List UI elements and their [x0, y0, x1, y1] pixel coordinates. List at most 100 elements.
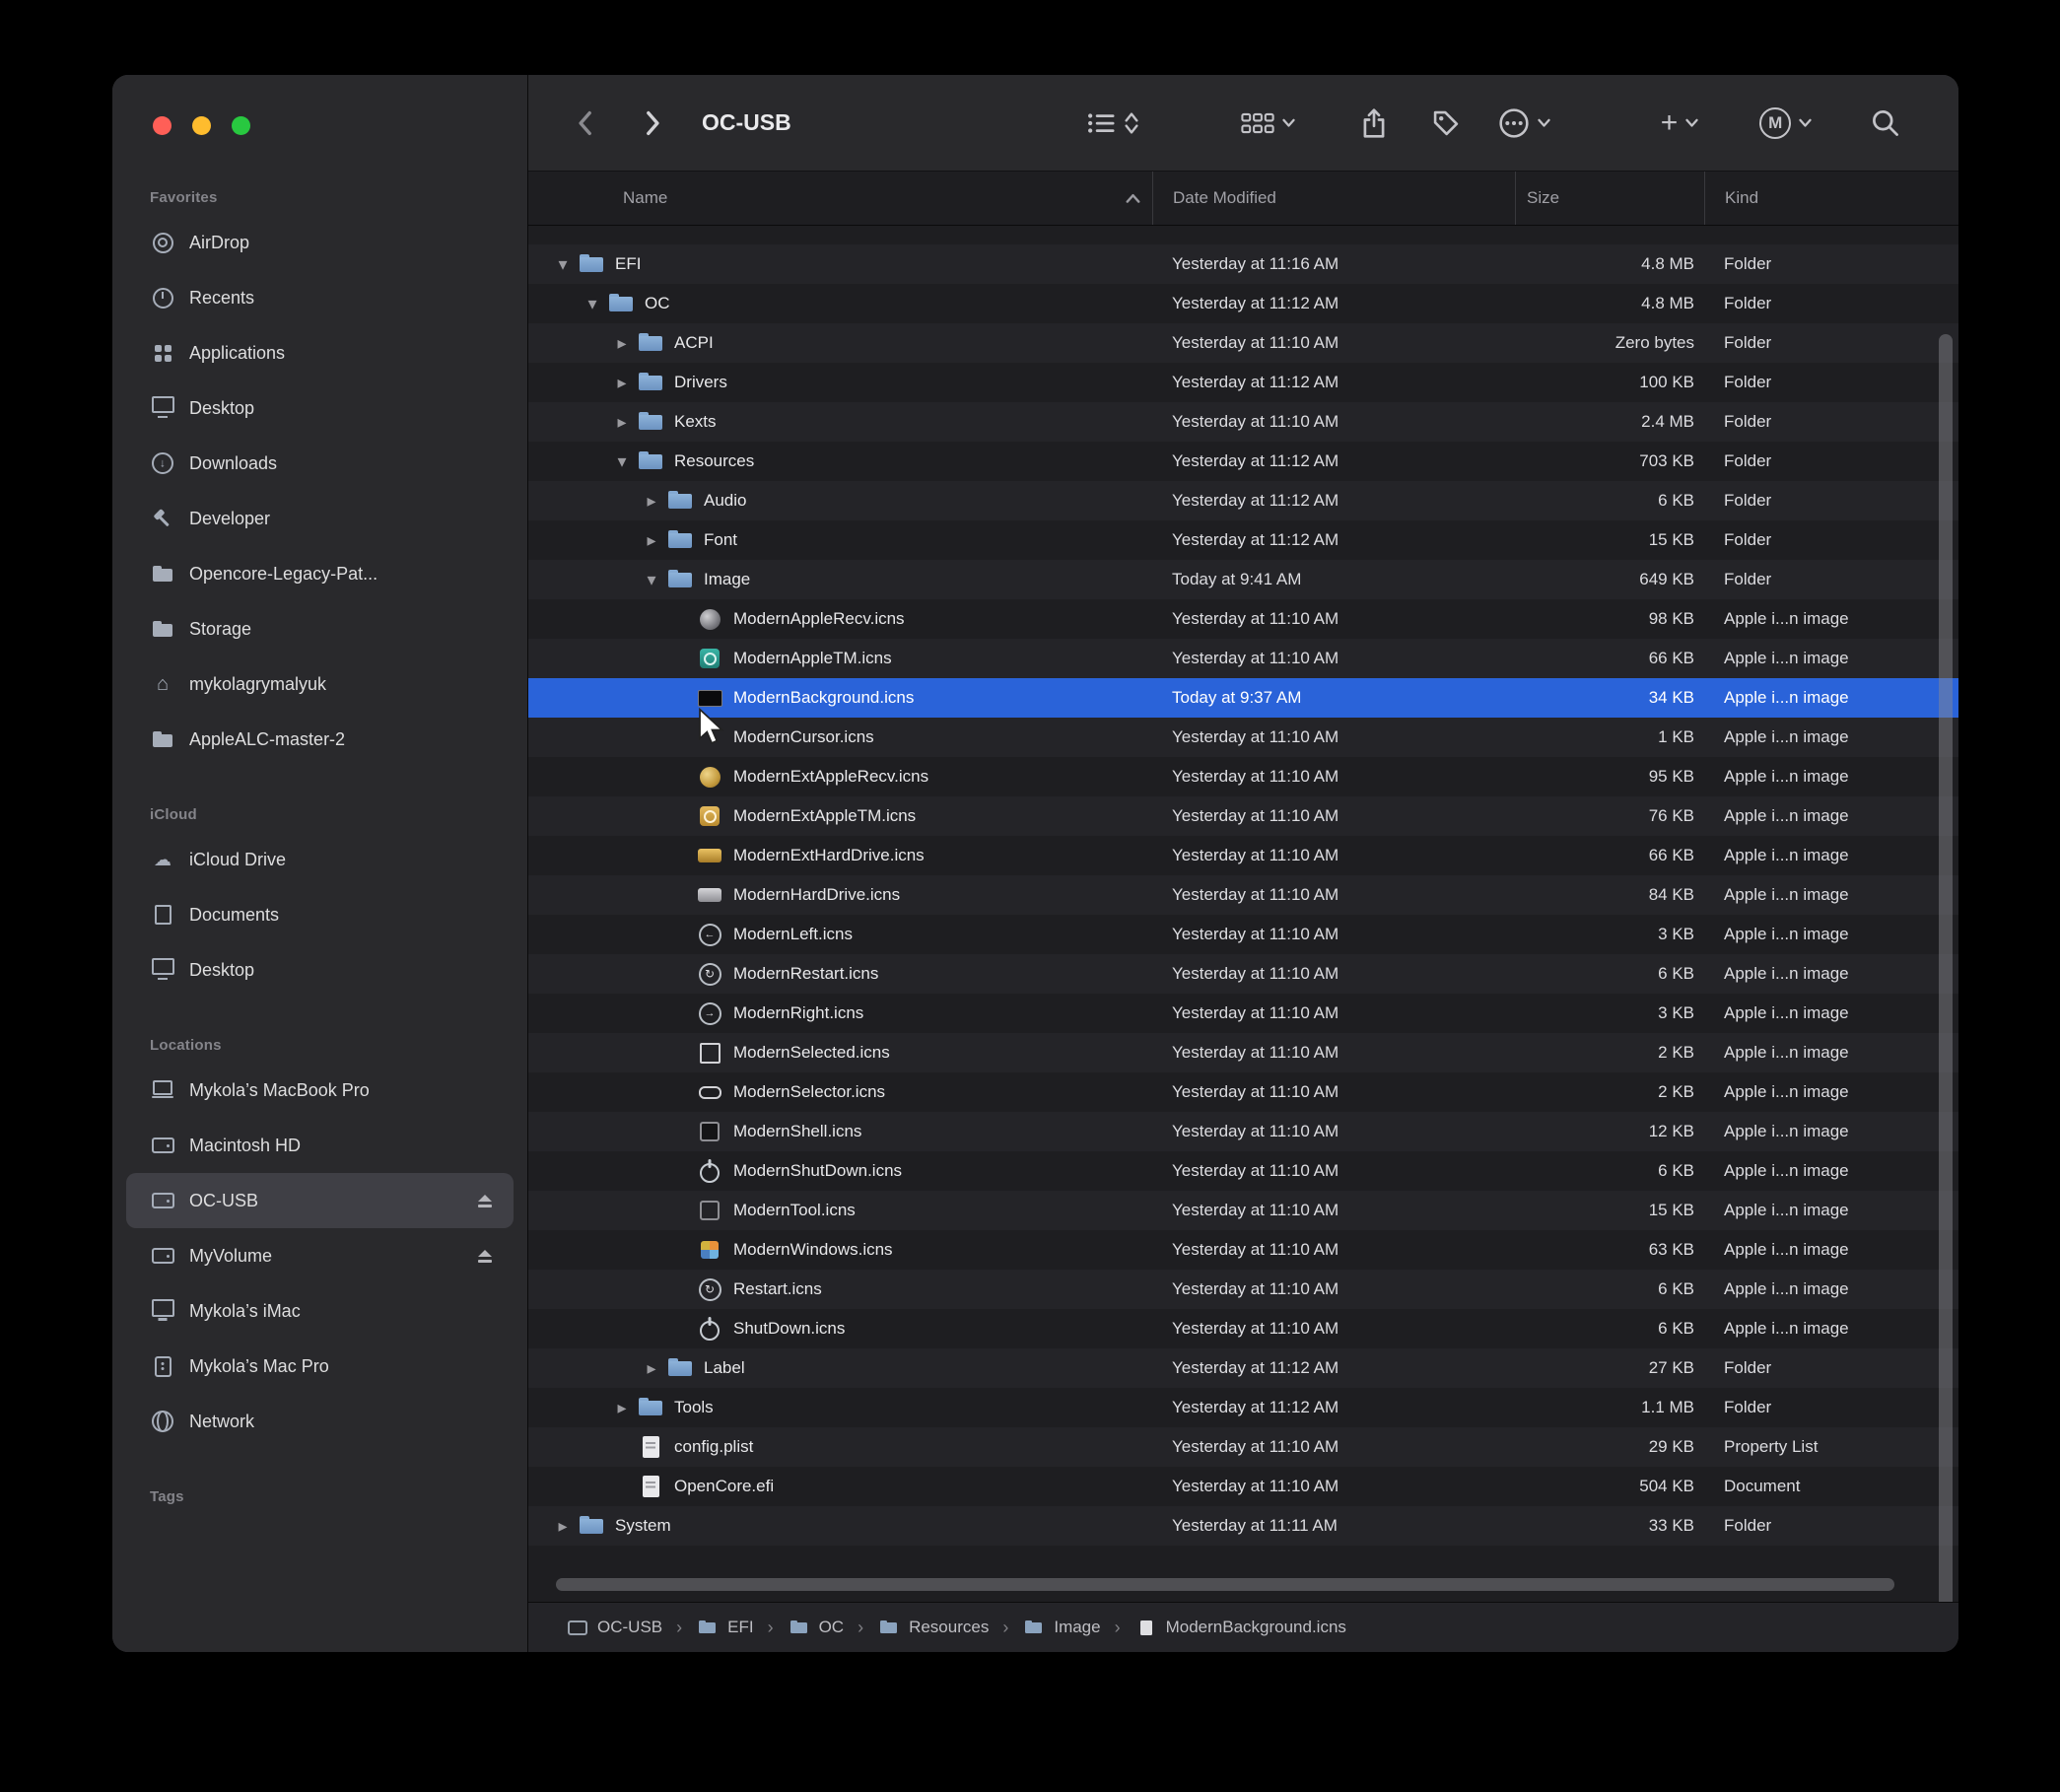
group-by-button[interactable]: [1241, 110, 1295, 136]
table-row[interactable]: ModernCursor.icns Yesterday at 11:10 AM …: [528, 718, 1958, 757]
disclosure-triangle[interactable]: [578, 284, 607, 323]
add-button[interactable]: +: [1661, 108, 1699, 138]
sidebar-item[interactable]: Opencore-Legacy-Pat...: [126, 546, 514, 601]
table-row[interactable]: Label Yesterday at 11:12 AM 27 KB Folder: [528, 1348, 1958, 1388]
sidebar-item[interactable]: Macintosh HD: [126, 1118, 514, 1173]
more-actions-button[interactable]: [1498, 107, 1550, 139]
vertical-scrollbar[interactable]: [1939, 334, 1953, 1602]
view-switcher-button[interactable]: [1087, 111, 1138, 135]
sidebar-item[interactable]: Desktop: [126, 942, 514, 998]
back-button[interactable]: [572, 110, 597, 136]
disclosure-triangle[interactable]: [637, 1348, 666, 1388]
close-button[interactable]: [153, 116, 172, 135]
breadcrumb-item[interactable]: OC-USB: [566, 1618, 696, 1638]
table-row[interactable]: ModernRight.icns Yesterday at 11:10 AM 3…: [528, 994, 1958, 1033]
column-header-size[interactable]: Size: [1515, 172, 1704, 225]
search-button[interactable]: [1871, 108, 1900, 138]
disclosure-triangle[interactable]: [637, 520, 666, 560]
share-button[interactable]: [1360, 106, 1388, 140]
sidebar-item[interactable]: AirDrop: [126, 215, 514, 270]
disclosure-triangle[interactable]: [607, 1388, 637, 1427]
sidebar-item[interactable]: Downloads: [126, 436, 514, 491]
eject-icon[interactable]: [478, 1250, 492, 1263]
sidebar-item[interactable]: AppleALC-master-2: [126, 712, 514, 767]
sidebar-item[interactable]: Storage: [126, 601, 514, 656]
disclosure-triangle[interactable]: [607, 363, 637, 402]
table-row[interactable]: Kexts Yesterday at 11:10 AM 2.4 MB Folde…: [528, 402, 1958, 442]
date-modified-cell: Today at 9:37 AM: [1152, 678, 1515, 718]
table-row[interactable]: System Yesterday at 11:11 AM 33 KB Folde…: [528, 1506, 1958, 1546]
forward-button[interactable]: [641, 110, 666, 136]
column-header-date-modified[interactable]: Date Modified: [1152, 172, 1515, 225]
table-row[interactable]: OC Yesterday at 11:12 AM 4.8 MB Folder: [528, 284, 1958, 323]
table-row[interactable]: EFI Yesterday at 11:16 AM 4.8 MB Folder: [528, 244, 1958, 284]
sidebar-item[interactable]: MyVolume: [126, 1228, 514, 1283]
sidebar-item[interactable]: Documents: [126, 887, 514, 942]
table-row[interactable]: ModernAppleTM.icns Yesterday at 11:10 AM…: [528, 639, 1958, 678]
zoom-button[interactable]: [232, 116, 250, 135]
file-name: ModernShell.icns: [733, 1122, 861, 1141]
sidebar-item[interactable]: OC-USB: [126, 1173, 514, 1228]
sidebar-item[interactable]: Network: [126, 1394, 514, 1449]
date-modified-cell: Today at 9:41 AM: [1152, 560, 1515, 599]
horizontal-scrollbar[interactable]: [556, 1578, 1894, 1591]
disclosure-triangle[interactable]: [607, 442, 637, 481]
sidebar-item-icon: [150, 616, 175, 642]
table-row[interactable]: OpenCore.efi Yesterday at 11:10 AM 504 K…: [528, 1467, 1958, 1506]
sidebar-item[interactable]: Mykola’s Mac Pro: [126, 1339, 514, 1394]
sidebar-item[interactable]: Developer: [126, 491, 514, 546]
table-row[interactable]: Image Today at 9:41 AM 649 KB Folder: [528, 560, 1958, 599]
breadcrumb-item[interactable]: EFI: [696, 1618, 787, 1638]
disclosure-triangle[interactable]: [607, 402, 637, 442]
disclosure-triangle[interactable]: [637, 481, 666, 520]
breadcrumb-item[interactable]: Image: [1022, 1618, 1133, 1638]
disclosure-triangle[interactable]: [548, 244, 578, 284]
table-row[interactable]: ModernShell.icns Yesterday at 11:10 AM 1…: [528, 1112, 1958, 1151]
table-row[interactable]: ModernRestart.icns Yesterday at 11:10 AM…: [528, 954, 1958, 994]
table-row[interactable]: config.plist Yesterday at 11:10 AM 29 KB…: [528, 1427, 1958, 1467]
sidebar-item[interactable]: iCloud Drive: [126, 832, 514, 887]
table-row[interactable]: ModernTool.icns Yesterday at 11:10 AM 15…: [528, 1191, 1958, 1230]
sidebar-item[interactable]: Mykola’s iMac: [126, 1283, 514, 1339]
disclosure-triangle[interactable]: [637, 560, 666, 599]
disclosure-triangle[interactable]: [548, 1506, 578, 1546]
table-row[interactable]: ACPI Yesterday at 11:10 AM Zero bytes Fo…: [528, 323, 1958, 363]
table-row[interactable]: Font Yesterday at 11:12 AM 15 KB Folder: [528, 520, 1958, 560]
table-row[interactable]: ModernExtHardDrive.icns Yesterday at 11:…: [528, 836, 1958, 875]
table-row[interactable]: Resources Yesterday at 11:12 AM 703 KB F…: [528, 442, 1958, 481]
table-row[interactable]: ModernSelected.icns Yesterday at 11:10 A…: [528, 1033, 1958, 1072]
column-header-kind[interactable]: Kind: [1704, 172, 1958, 225]
breadcrumb-item[interactable]: Resources: [877, 1618, 1022, 1638]
table-row[interactable]: Drivers Yesterday at 11:12 AM 100 KB Fol…: [528, 363, 1958, 402]
sidebar-item[interactable]: Desktop: [126, 380, 514, 436]
table-row[interactable]: ShutDown.icns Yesterday at 11:10 AM 6 KB…: [528, 1309, 1958, 1348]
table-row[interactable]: ModernShutDown.icns Yesterday at 11:10 A…: [528, 1151, 1958, 1191]
table-row[interactable]: ModernExtAppleRecv.icns Yesterday at 11:…: [528, 757, 1958, 796]
account-menu-button[interactable]: M: [1759, 107, 1812, 139]
sidebar-item[interactable]: Recents: [126, 270, 514, 325]
name-cell: ModernCursor.icns: [528, 718, 1152, 757]
table-row[interactable]: ModernAppleRecv.icns Yesterday at 11:10 …: [528, 599, 1958, 639]
eject-icon[interactable]: [478, 1195, 492, 1207]
table-row[interactable]: Audio Yesterday at 11:12 AM 6 KB Folder: [528, 481, 1958, 520]
table-row[interactable]: ModernWindows.icns Yesterday at 11:10 AM…: [528, 1230, 1958, 1270]
sidebar-item-label: Recents: [189, 288, 254, 309]
table-row[interactable]: Tools Yesterday at 11:12 AM 1.1 MB Folde…: [528, 1388, 1958, 1427]
sidebar-item[interactable]: Mykola’s MacBook Pro: [126, 1063, 514, 1118]
sidebar-item[interactable]: mykolagrymalyuk: [126, 656, 514, 712]
table-row[interactable]: ModernHardDrive.icns Yesterday at 11:10 …: [528, 875, 1958, 915]
table-row[interactable]: ModernBackground.icns Today at 9:37 AM 3…: [528, 678, 1958, 718]
minimize-button[interactable]: [192, 116, 211, 135]
table-row[interactable]: Restart.icns Yesterday at 11:10 AM 6 KB …: [528, 1270, 1958, 1309]
name-cell: Label: [528, 1348, 1152, 1388]
sidebar-item[interactable]: Applications: [126, 325, 514, 380]
size-cell: 98 KB: [1515, 599, 1704, 639]
breadcrumb-item[interactable]: OC: [788, 1618, 878, 1638]
table-row[interactable]: ModernExtAppleTM.icns Yesterday at 11:10…: [528, 796, 1958, 836]
breadcrumb-item[interactable]: ModernBackground.icns: [1134, 1618, 1346, 1637]
table-row[interactable]: ModernSelector.icns Yesterday at 11:10 A…: [528, 1072, 1958, 1112]
disclosure-triangle[interactable]: [607, 323, 637, 363]
column-header-name[interactable]: Name: [528, 172, 1152, 225]
tag-button[interactable]: [1431, 108, 1461, 138]
table-row[interactable]: ModernLeft.icns Yesterday at 11:10 AM 3 …: [528, 915, 1958, 954]
